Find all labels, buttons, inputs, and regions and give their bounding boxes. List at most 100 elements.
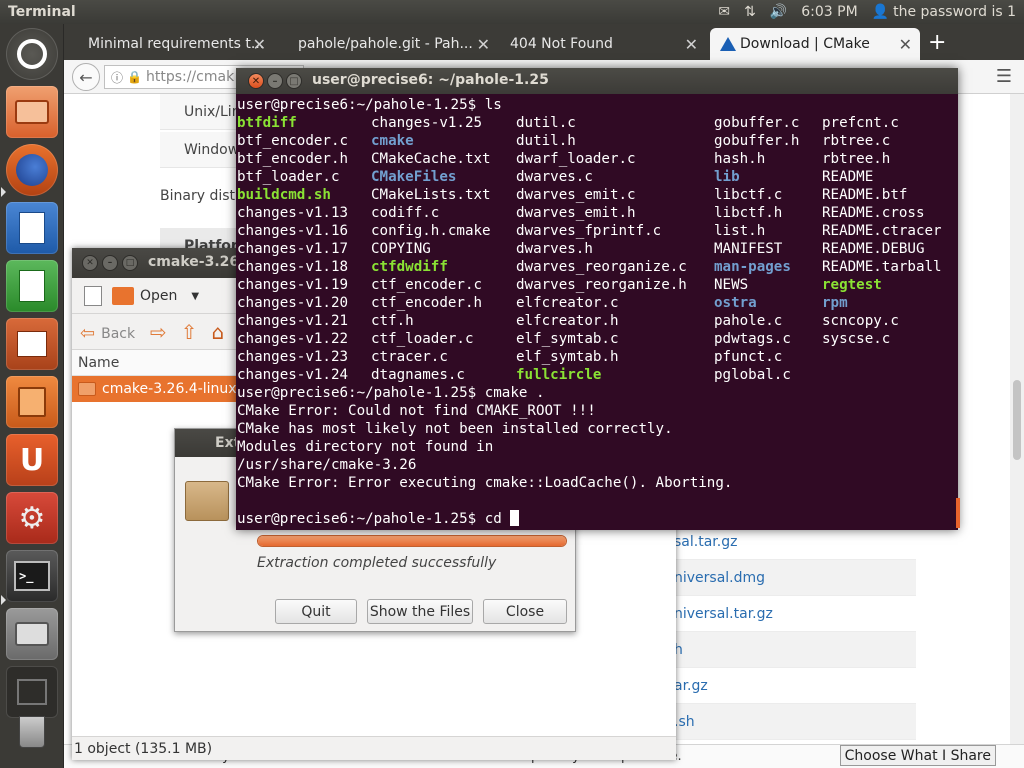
close-icon[interactable]: ✕ — [685, 35, 698, 54]
close-button[interactable]: Close — [483, 599, 567, 624]
launcher-system-settings[interactable]: ⚙ — [6, 492, 58, 544]
launcher-ubuntu-one[interactable]: U — [6, 434, 58, 486]
download-link[interactable]: .sh — [664, 704, 916, 740]
item-label: cmake-3.26.4-linux-x — [102, 381, 250, 397]
close-icon[interactable]: ✕ — [248, 73, 264, 89]
scrollbar-thumb[interactable] — [1013, 380, 1021, 460]
ls-entry: codiff.c — [371, 205, 440, 221]
tab-label: Download | CMake — [740, 36, 870, 52]
launcher-files[interactable] — [6, 86, 58, 138]
launcher-software-center[interactable] — [6, 376, 58, 428]
ls-entry: changes-v1.19 — [237, 277, 349, 293]
open-button-label: Open — [140, 288, 178, 304]
ls-entry: buildcmd.sh — [237, 187, 331, 203]
network-icon[interactable]: ⇅ — [744, 4, 756, 20]
quit-button[interactable]: Quit — [275, 599, 357, 624]
launcher-calc[interactable] — [6, 260, 58, 312]
close-icon[interactable]: ✕ — [899, 35, 912, 54]
download-link-label[interactable]: niversal.tar.gz — [674, 606, 773, 622]
terminal-output[interactable]: user@precise6:~/pahole-1.25$ ls btfdiff b… — [236, 96, 958, 528]
url-text: https://cmak — [145, 69, 235, 85]
launcher-writer[interactable] — [6, 202, 58, 254]
launcher-dash-home[interactable] — [6, 28, 58, 80]
tab-bar: Minimal requirements t... ✕ pahole/pahol… — [64, 24, 1024, 60]
terminal-line: user@precise6:~/pahole-1.25$ ls — [237, 97, 502, 113]
resize-handle[interactable] — [956, 498, 960, 528]
launcher-trash[interactable] — [6, 706, 58, 758]
ls-entry: elfcreator.c — [516, 295, 619, 311]
terminal-icon: >_ — [14, 561, 50, 591]
ls-entry: scncopy.c — [822, 313, 899, 329]
download-link[interactable]: h — [664, 632, 916, 668]
download-link-label[interactable]: ar.gz — [674, 678, 708, 694]
ls-entry: prefcnt.c — [822, 115, 899, 131]
up-arrow-icon[interactable]: ⇧ — [181, 320, 198, 344]
top-panel: Terminal ✉ ⇅ 🔊 6:03 PM 👤 the password is… — [0, 0, 1024, 24]
back-button[interactable]: ⇦ Back — [80, 323, 135, 344]
ls-entry: COPYING — [371, 241, 431, 257]
trash-icon — [19, 716, 45, 748]
terminal-titlebar[interactable]: ✕ – □ user@precise6: ~/pahole-1.25 — [236, 68, 958, 94]
chevron-down-icon: ▼ — [191, 290, 200, 302]
launcher-firefox[interactable] — [6, 144, 58, 196]
download-link[interactable]: niversal.dmg — [664, 560, 916, 596]
ls-entry: man-pages — [714, 259, 791, 275]
tab-download-cmake[interactable]: Download | CMake ✕ — [710, 28, 920, 60]
download-link[interactable]: ar.gz — [664, 668, 916, 704]
ls-entry: MANIFEST — [714, 241, 783, 257]
status-bar: 1 object (135.1 MB) — [72, 736, 676, 760]
ls-entry: README.ctracer — [822, 223, 942, 239]
ls-entry: NEWS — [714, 277, 749, 293]
ls-entry: README.DEBUG — [822, 241, 925, 257]
tab-label: Minimal requirements t... — [88, 36, 265, 52]
launcher-running-indicator — [1, 187, 6, 197]
minimize-icon[interactable]: – — [267, 73, 283, 89]
maximize-icon[interactable]: □ — [122, 255, 138, 271]
row-label: Window — [184, 141, 240, 158]
ls-entry: btfdiff — [237, 115, 297, 131]
ls-entry: pahole.c — [714, 313, 783, 329]
ls-entry: fullcircle — [516, 367, 602, 383]
download-link[interactable]: niversal.tar.gz — [664, 596, 916, 632]
new-archive-icon[interactable] — [84, 286, 102, 306]
download-link-label[interactable]: .sh — [674, 714, 695, 730]
launcher-scanner[interactable] — [6, 608, 58, 660]
window-title: user@precise6: ~/pahole-1.25 — [312, 72, 549, 88]
download-link-label[interactable]: sal.tar.gz — [674, 534, 737, 550]
ls-entry: changes-v1.21 — [237, 313, 349, 329]
progress-fill — [258, 536, 566, 546]
user-menu[interactable]: 👤 the password is 1 — [872, 4, 1016, 20]
clock[interactable]: 6:03 PM — [801, 4, 857, 20]
ls-entry: btf_encoder.c — [237, 133, 349, 149]
mail-icon[interactable]: ✉ — [718, 4, 730, 20]
launcher-terminal[interactable]: >_ — [6, 550, 58, 602]
choose-what-i-share-button[interactable]: Choose What I Share — [839, 745, 996, 766]
volume-icon[interactable]: 🔊 — [770, 4, 787, 20]
lock-icon: 🔒 — [127, 70, 142, 84]
close-icon[interactable]: ✕ — [82, 255, 98, 271]
minimize-icon[interactable]: – — [102, 255, 118, 271]
ls-entry: README.btf — [822, 187, 908, 203]
show-files-button[interactable]: Show the Files — [367, 599, 473, 624]
maximize-icon[interactable]: □ — [286, 73, 302, 89]
close-icon[interactable]: ✕ — [253, 35, 266, 54]
back-arrow-icon: ← — [79, 67, 93, 87]
new-tab-icon[interactable]: + — [928, 30, 946, 55]
ls-entry: libctf.c — [714, 187, 783, 203]
back-button[interactable]: ← — [72, 63, 100, 91]
terminal-line: /usr/share/cmake-3.26 — [237, 457, 417, 473]
tab-pahole-git[interactable]: pahole/pahole.git - Pah... ✕ — [276, 28, 498, 60]
open-button[interactable]: Open ▼ — [112, 284, 199, 308]
home-icon[interactable]: ⌂ — [212, 320, 225, 344]
launcher-impress[interactable] — [6, 318, 58, 370]
tab-404[interactable]: 404 Not Found ✕ — [488, 28, 706, 60]
download-link-label[interactable]: niversal.dmg — [674, 570, 765, 586]
tab-minimal-requirements[interactable]: Minimal requirements t... ✕ — [66, 28, 274, 60]
terminal-prompt-line[interactable]: user@precise6:~/pahole-1.25$ cd — [237, 510, 520, 528]
folder-open-icon — [112, 287, 134, 305]
hamburger-menu-icon[interactable]: ☰ — [996, 66, 1012, 87]
user-icon: 👤 — [871, 4, 890, 20]
page-scrollbar[interactable] — [1010, 94, 1024, 750]
launcher: U ⚙ >_ — [0, 24, 64, 768]
forward-arrow-icon[interactable]: ⇨ — [150, 320, 167, 344]
